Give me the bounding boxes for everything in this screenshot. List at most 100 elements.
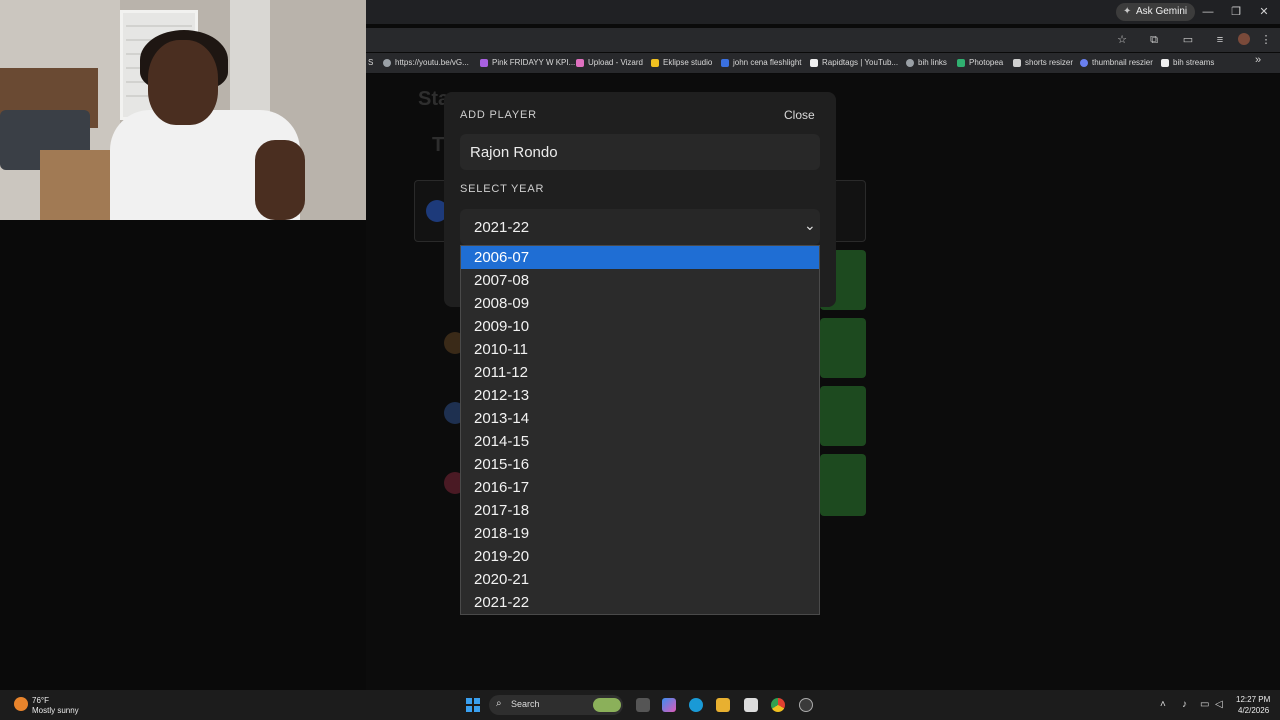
- split-view-icon[interactable]: ▭: [1180, 33, 1196, 47]
- store-icon[interactable]: [744, 698, 758, 712]
- bookmark-label: Photopea: [969, 58, 1004, 67]
- file-explorer-icon[interactable]: [716, 698, 730, 712]
- chrome-icon[interactable]: [771, 698, 785, 712]
- bookmark-star-icon[interactable]: ☆: [1114, 33, 1130, 47]
- year-select[interactable]: 2021-22 ⌄: [460, 209, 820, 245]
- year-option[interactable]: 2018-19: [461, 522, 819, 545]
- search-highlight-icon: [593, 698, 621, 712]
- year-option[interactable]: 2012-13: [461, 384, 819, 407]
- year-option[interactable]: 2009-10: [461, 315, 819, 338]
- close-button[interactable]: Close: [784, 108, 815, 122]
- bookmark-item[interactable]: Pink FRIDAYY W KPI...: [480, 56, 575, 70]
- bookmark-item[interactable]: Photopea: [957, 56, 1003, 70]
- year-option[interactable]: 2019-20: [461, 545, 819, 568]
- bookmark-label: https://youtu.be/vG...: [395, 58, 469, 67]
- bookmark-icon: [1161, 59, 1169, 67]
- player-slot-card: [820, 454, 866, 516]
- bookmark-icon: [721, 59, 729, 67]
- year-option[interactable]: 2015-16: [461, 453, 819, 476]
- year-option[interactable]: 2020-21: [461, 568, 819, 591]
- minimize-icon[interactable]: —: [1194, 4, 1222, 20]
- restore-icon[interactable]: ❐: [1222, 4, 1250, 20]
- player-slot-card: [820, 386, 866, 446]
- year-option[interactable]: 2016-17: [461, 476, 819, 499]
- globe-icon: [383, 59, 391, 67]
- year-dropdown-list: 2006-07 2007-08 2008-09 2009-10 2010-11 …: [460, 245, 820, 615]
- bookmark-item[interactable]: Upload - Vizard: [576, 56, 643, 70]
- ask-gemini-label: Ask Gemini: [1136, 6, 1188, 17]
- bookmark-icon: [1013, 59, 1021, 67]
- select-year-label: SELECT YEAR: [460, 183, 545, 195]
- network-icon[interactable]: ▭: [1200, 699, 1209, 710]
- bookmark-item[interactable]: shorts resizer: [1013, 56, 1073, 70]
- bookmark-item[interactable]: Eklipse studio: [651, 56, 712, 70]
- year-option[interactable]: 2008-09: [461, 292, 819, 315]
- page-title-fragment: T: [432, 134, 445, 156]
- bookmark-label: shorts resizer: [1025, 58, 1074, 67]
- player-name-input[interactable]: [460, 134, 820, 170]
- clock-time[interactable]: 12:27 PM: [1236, 695, 1270, 704]
- bookmark-label: Eklipse studio: [663, 58, 713, 67]
- obs-icon[interactable]: [799, 698, 813, 712]
- microphone-icon[interactable]: ♪: [1182, 699, 1187, 710]
- year-option[interactable]: 2011-12: [461, 361, 819, 384]
- copilot-icon[interactable]: [662, 698, 676, 712]
- weather-description[interactable]: Mostly sunny: [32, 706, 79, 715]
- ask-gemini-button[interactable]: ✦ Ask Gemini: [1116, 3, 1196, 21]
- webcam-overlay: [0, 0, 366, 220]
- selected-year-value: 2021-22: [474, 219, 530, 236]
- year-option[interactable]: 2021-22: [461, 591, 819, 614]
- modal-title: ADD PLAYER: [460, 109, 537, 121]
- webcam-person-head: [148, 40, 218, 125]
- bookmark-label: john cena fleshlight: [733, 58, 802, 67]
- bookmark-item[interactable]: bih links: [906, 56, 947, 70]
- chevron-down-icon: ⌄: [804, 217, 816, 233]
- bookmark-label: Pink FRIDAYY W KPI...: [492, 58, 576, 67]
- bookmark-label: Rapidtags | YouTub...: [822, 58, 899, 67]
- bookmark-label: S: [368, 58, 374, 67]
- close-window-icon[interactable]: ✕: [1250, 4, 1278, 20]
- task-view-icon[interactable]: [636, 698, 650, 712]
- bookmark-label: Upload - Vizard: [588, 58, 643, 67]
- bookmark-item[interactable]: john cena fleshlight: [721, 56, 802, 70]
- year-option[interactable]: 2006-07: [461, 246, 819, 269]
- search-label: Search: [511, 699, 540, 709]
- media-icon[interactable]: ≡: [1212, 33, 1228, 47]
- tray-chevron-icon[interactable]: ˄: [1160, 699, 1166, 710]
- player-slot-card: [820, 318, 866, 378]
- gemini-spark-icon: ✦: [1123, 6, 1132, 17]
- profile-avatar[interactable]: [1238, 33, 1250, 45]
- more-bookmarks-icon[interactable]: »: [1250, 53, 1266, 67]
- bookmark-item[interactable]: thumbnail reszier: [1080, 56, 1153, 70]
- clock-date[interactable]: 4/2/2026: [1238, 706, 1269, 715]
- edge-icon[interactable]: [689, 698, 703, 712]
- taskbar-search[interactable]: ⌕ Search: [489, 695, 623, 715]
- year-option[interactable]: 2017-18: [461, 499, 819, 522]
- volume-icon[interactable]: ◁: [1215, 699, 1223, 710]
- year-option[interactable]: 2013-14: [461, 407, 819, 430]
- bookmark-label: bih links: [918, 58, 947, 67]
- search-icon: ⌕: [496, 698, 502, 709]
- weather-temperature[interactable]: 76°F: [32, 696, 49, 705]
- eklipse-icon: [651, 59, 659, 67]
- year-option[interactable]: 2010-11: [461, 338, 819, 361]
- bookmark-item[interactable]: bih streams: [1161, 56, 1214, 70]
- globe-icon: [906, 59, 914, 67]
- bookmark-item[interactable]: Rapidtags | YouTub...: [810, 56, 898, 70]
- windows-start-icon[interactable]: [466, 698, 480, 712]
- bookmark-icon: [480, 59, 488, 67]
- photopea-icon: [957, 59, 965, 67]
- bookmark-item[interactable]: https://youtu.be/vG...: [383, 56, 469, 70]
- rapidtags-icon: [810, 59, 818, 67]
- weather-sun-icon[interactable]: [14, 697, 28, 711]
- windows-taskbar: 76°F Mostly sunny ⌕ Search ˄ ♪ ▭ ◁ 12:27…: [0, 690, 1280, 720]
- menu-kebab-icon[interactable]: ⋮: [1258, 33, 1274, 47]
- year-option[interactable]: 2014-15: [461, 430, 819, 453]
- webcam-person-arm: [255, 140, 305, 220]
- bookmark-label: thumbnail reszier: [1092, 58, 1153, 67]
- year-option[interactable]: 2007-08: [461, 269, 819, 292]
- vizard-icon: [576, 59, 584, 67]
- bookmark-icon: [1080, 59, 1088, 67]
- bookmark-label: bih streams: [1173, 58, 1215, 67]
- extensions-icon[interactable]: ⧉: [1146, 33, 1162, 47]
